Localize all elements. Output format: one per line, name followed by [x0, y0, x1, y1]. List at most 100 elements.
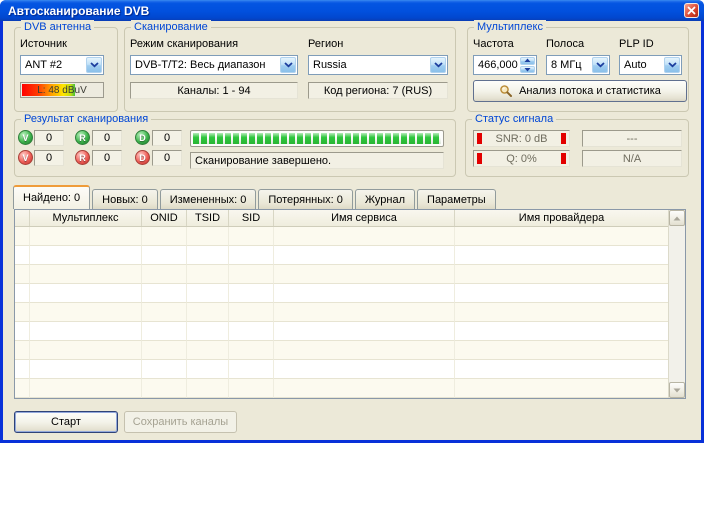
table-cell: [455, 322, 668, 341]
table-cell: [142, 303, 187, 322]
chevron-down-icon[interactable]: [280, 57, 296, 73]
header-cell-provider-name[interactable]: Имя провайдера: [455, 210, 668, 226]
counter-value: 0: [152, 150, 182, 166]
header-cell-tsid[interactable]: TSID: [187, 210, 229, 226]
close-icon: [687, 6, 696, 15]
table-cell: [15, 246, 30, 265]
frequency-label: Частота: [473, 38, 514, 50]
table-row: [15, 360, 668, 379]
table-cell: [15, 227, 30, 246]
scroll-down-icon: [673, 388, 681, 393]
close-button[interactable]: [684, 3, 699, 18]
tabs: Найдено: 0Новых: 0Измененных: 0Потерянны…: [13, 185, 498, 209]
table-cell: [30, 360, 142, 379]
tab-5[interactable]: Параметры: [417, 189, 496, 209]
table-cell: [142, 360, 187, 379]
window-title: Автосканирование DVB: [0, 4, 149, 18]
table-row: [15, 227, 668, 246]
table-cell: [229, 265, 274, 284]
chevron-down-icon[interactable]: [86, 57, 102, 73]
table-body: [15, 227, 685, 398]
bandwidth-value: 8 МГц: [547, 59, 591, 71]
magnifier-icon: [499, 84, 513, 98]
table-cell: [229, 341, 274, 360]
source-combo[interactable]: ANT #2: [20, 55, 104, 75]
header-cell-onid[interactable]: ONID: [142, 210, 187, 226]
header-cell-sid[interactable]: SID: [229, 210, 274, 226]
scan-mode-value: DVB-T/T2: Весь диапазон: [131, 59, 279, 71]
table-row: [15, 379, 668, 398]
table-cell: [142, 265, 187, 284]
chevron-down-icon[interactable]: [592, 57, 608, 73]
r-green-badge-icon: R: [75, 130, 90, 145]
table-cell: [187, 284, 229, 303]
r-red-badge-icon: R: [75, 150, 90, 165]
table-cell: [142, 322, 187, 341]
scan-progressbar: [190, 130, 444, 147]
v-green-badge-icon: V: [18, 130, 33, 145]
frequency-spinner: [473, 55, 537, 75]
tab-0[interactable]: Найдено: 0: [13, 185, 90, 209]
chevron-down-icon[interactable]: [430, 57, 446, 73]
table-cell: [274, 265, 455, 284]
window: Автосканирование DVB DVB антенна Источни…: [0, 0, 704, 443]
bandwidth-combo[interactable]: 8 МГц: [546, 55, 610, 75]
frequency-input[interactable]: [474, 56, 519, 74]
scan-mode-combo[interactable]: DVB-T/T2: Весь диапазон: [130, 55, 298, 75]
scroll-up-button[interactable]: [669, 210, 685, 226]
table-cell: [187, 341, 229, 360]
table-cell: [30, 341, 142, 360]
chevron-down-icon[interactable]: [664, 57, 680, 73]
start-button[interactable]: Старт: [14, 411, 118, 433]
tab-3[interactable]: Потерянных: 0: [258, 189, 353, 209]
snr-text: SNR: 0 dB: [496, 133, 548, 145]
table-cell: [142, 284, 187, 303]
table-cell: [187, 379, 229, 398]
table-cell: [187, 227, 229, 246]
table-cell: [455, 379, 668, 398]
spinner-down-icon[interactable]: [520, 66, 535, 74]
analyze-button-label: Анализ потока и статистика: [519, 85, 661, 97]
table-cell: [142, 341, 187, 360]
header-cell-service-name[interactable]: Имя сервиса: [274, 210, 455, 226]
header-cell-multiplex[interactable]: Мультиплекс: [30, 210, 142, 226]
table-row: [15, 246, 668, 265]
tab-2[interactable]: Измененных: 0: [160, 189, 257, 209]
table-cell: [30, 246, 142, 265]
table-row: [15, 341, 668, 360]
table-cell: [15, 360, 30, 379]
counter-value: 0: [92, 150, 122, 166]
table-cell: [30, 303, 142, 322]
v-red-badge-icon: V: [18, 150, 33, 165]
title-bar[interactable]: Автосканирование DVB: [0, 0, 704, 21]
plp-id-label: PLP ID: [619, 38, 654, 50]
header-cell-checkbox[interactable]: [15, 210, 30, 226]
table-cell: [455, 341, 668, 360]
counter-value: 0: [92, 130, 122, 146]
d-red-badge-icon: D: [135, 150, 150, 165]
tab-1[interactable]: Новых: 0: [92, 189, 158, 209]
table-cell: [274, 303, 455, 322]
table-cell: [274, 246, 455, 265]
table-cell: [455, 284, 668, 303]
table-cell: [229, 379, 274, 398]
group-scan-result-caption: Результат сканирования: [21, 112, 151, 126]
region-code-info-field: Код региона: 7 (RUS): [308, 82, 448, 99]
tab-4[interactable]: Журнал: [355, 189, 415, 209]
source-label: Источник: [20, 38, 67, 50]
table-cell: [187, 303, 229, 322]
spinner-up-icon[interactable]: [520, 57, 535, 65]
scroll-down-button[interactable]: [669, 382, 685, 398]
plp-id-combo[interactable]: Auto: [619, 55, 682, 75]
table-cell: [15, 322, 30, 341]
group-signal-status-caption: Статус сигнала: [472, 112, 556, 126]
analyze-button[interactable]: Анализ потока и статистика: [473, 80, 687, 102]
group-dvb-antenna-caption: DVB антенна: [21, 20, 94, 34]
table-cell: [187, 322, 229, 341]
vertical-scrollbar[interactable]: [668, 210, 685, 398]
red-indicator-bar: [477, 153, 482, 164]
region-combo[interactable]: Russia: [308, 55, 448, 75]
table-cell: [229, 322, 274, 341]
table-cell: [274, 379, 455, 398]
quality-field: Q: 0%: [473, 150, 570, 167]
